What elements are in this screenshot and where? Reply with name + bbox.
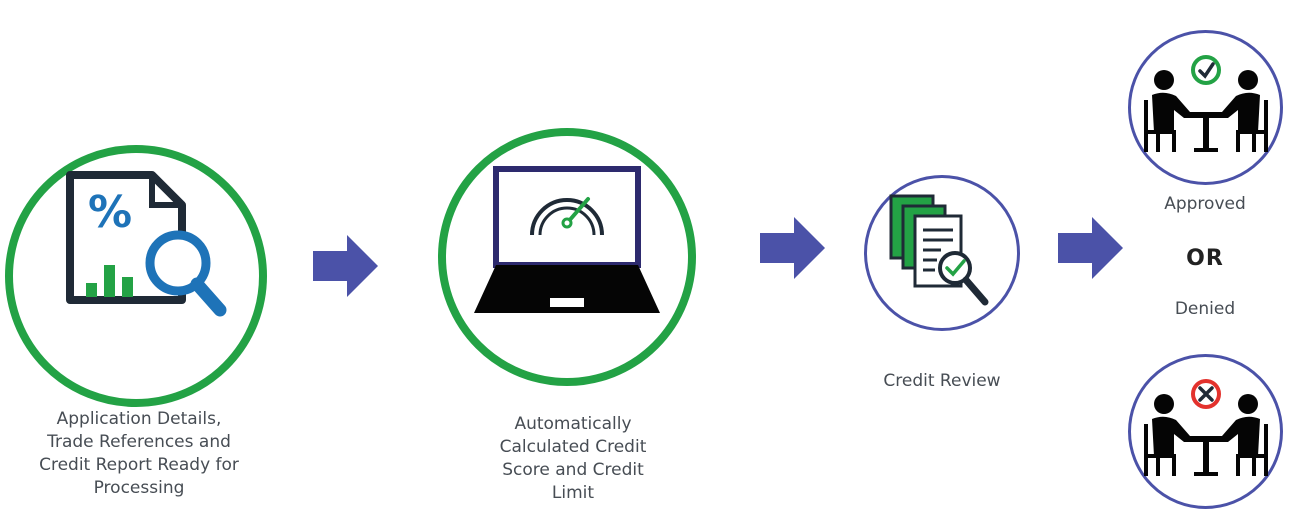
- document-percent-magnifier-icon: %: [66, 171, 227, 317]
- meeting-denied-icon: [1144, 379, 1268, 476]
- step-3-label: Credit Review: [883, 371, 1001, 391]
- approved-label: Approved: [1164, 194, 1246, 214]
- arrow-right-icon: [760, 217, 825, 279]
- arrow-right-icon: [1058, 217, 1123, 279]
- or-label: OR: [1186, 246, 1224, 271]
- arrow-right-icon: [313, 235, 378, 297]
- documents-review-icon: [889, 194, 989, 306]
- step-2-label: Automatically Calculated Credit Score an…: [499, 414, 647, 503]
- meeting-approved-icon: [1144, 55, 1268, 152]
- step-1-label: Application Details, Trade References an…: [39, 409, 239, 498]
- laptop-gauge-icon: [474, 166, 660, 313]
- svg-text:%: %: [88, 187, 132, 238]
- denied-label: Denied: [1174, 299, 1236, 319]
